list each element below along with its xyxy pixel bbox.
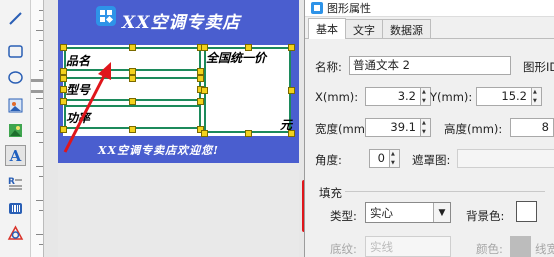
tab-basic[interactable]: 基本 xyxy=(308,18,346,39)
texture-label: 底纹: xyxy=(330,242,357,256)
ruler-number: 4 xyxy=(31,118,32,123)
unified-price-label[interactable]: 全国统一价 xyxy=(206,49,266,66)
fill-type-select[interactable]: 实心 ▼ xyxy=(365,202,451,223)
resize-handle[interactable] xyxy=(129,75,136,82)
width-spinner[interactable]: ▲ ▼ xyxy=(421,118,431,137)
resize-handle[interactable] xyxy=(197,98,204,105)
vertical-ruler: 2 3 4 5 6 7 xyxy=(31,0,44,257)
angle-label: 角度: xyxy=(315,153,342,167)
height-label: 高度(mm): xyxy=(444,122,503,136)
resize-handle[interactable] xyxy=(129,44,136,51)
dialog-title: 图形属性 xyxy=(327,2,371,15)
background-color-label: 背景色: xyxy=(466,209,505,223)
dialog-titlebar[interactable]: 图形属性 xyxy=(305,0,554,17)
ruler-position-marker xyxy=(31,79,43,82)
angle-input[interactable]: 0 xyxy=(369,149,390,168)
store-logo-icon xyxy=(96,6,116,26)
fill-type-value: 实心 xyxy=(370,206,393,220)
resize-handle[interactable] xyxy=(288,130,295,137)
chevron-down-icon: ▼ xyxy=(433,203,450,222)
angle-spinner[interactable]: ▲ ▼ xyxy=(390,149,400,168)
resize-handle[interactable] xyxy=(129,68,136,75)
mask-label: 遮罩图: xyxy=(412,153,451,167)
color-label: 颜色: xyxy=(476,242,503,256)
tool-panel: A R xyxy=(0,0,31,257)
name-input[interactable]: 普通文本 2 xyxy=(349,56,511,75)
height-input[interactable]: 8 xyxy=(510,118,554,137)
ruler-number: 2 xyxy=(31,50,32,55)
background-color-swatch[interactable] xyxy=(516,201,537,222)
fill-group-border xyxy=(345,191,545,192)
dialog-tabs: 基本 文字 数据源 xyxy=(305,17,554,39)
resize-handle[interactable] xyxy=(60,44,67,51)
rectangle-icon xyxy=(8,45,23,58)
paragraph-tool[interactable]: R xyxy=(5,173,26,194)
resize-handle[interactable] xyxy=(245,130,252,137)
ruler-number: 5 xyxy=(31,152,32,157)
rectangle-tool[interactable] xyxy=(5,41,26,62)
tab-data-source[interactable]: 数据源 xyxy=(382,19,431,38)
line-tool[interactable] xyxy=(5,8,26,29)
resize-handle[interactable] xyxy=(197,75,204,82)
polygon-icon xyxy=(7,225,24,240)
annotation-arrow-icon xyxy=(63,62,111,153)
line-icon xyxy=(9,12,22,25)
line-width-label: 线宽 xyxy=(535,242,554,256)
ellipse-tool[interactable] xyxy=(5,67,26,88)
image-icon xyxy=(9,124,22,137)
resize-handle[interactable] xyxy=(129,98,136,105)
resize-handle[interactable] xyxy=(288,44,295,51)
barcode-tool[interactable] xyxy=(5,198,26,219)
picture-icon xyxy=(8,98,23,113)
texture-select[interactable]: 实线 xyxy=(365,236,451,257)
resize-handle[interactable] xyxy=(201,44,208,51)
welcome-footer-text[interactable]: XX空调专卖店欢迎您! xyxy=(98,142,219,158)
y-spinner[interactable]: ▲ ▼ xyxy=(532,87,542,106)
polygon-tool[interactable] xyxy=(5,223,26,244)
name-label: 名称: xyxy=(315,60,342,74)
resize-handle[interactable] xyxy=(201,130,208,137)
ruler-number: 6 xyxy=(31,186,32,191)
label-title[interactable]: XX空调专卖店 xyxy=(122,8,240,33)
text-tool[interactable]: A xyxy=(5,145,26,166)
tab-text[interactable]: 文字 xyxy=(345,19,383,38)
ruler-number: 7 xyxy=(31,220,32,225)
design-canvas[interactable]: XX空调专卖店 品名 型号 功率 全国统一价 元 XX空调专卖店欢迎您! xyxy=(44,0,304,257)
resize-handle[interactable] xyxy=(288,87,295,94)
picture-tool[interactable] xyxy=(5,95,26,116)
fill-type-label: 类型: xyxy=(330,209,357,223)
shape-properties-dialog: 图形属性 基本 文字 数据源 名称: 普通文本 2 图形ID X(mm): 3.… xyxy=(304,0,554,257)
x-input[interactable]: 3.2 xyxy=(365,87,421,106)
resize-handle[interactable] xyxy=(129,126,136,133)
ruler-position-marker xyxy=(31,90,43,93)
paragraph-icon: R xyxy=(8,177,22,190)
fill-group-label: 填充 xyxy=(319,186,342,200)
dialog-app-icon xyxy=(311,2,323,14)
y-label: Y(mm): xyxy=(430,90,473,104)
ruler-number: 3 xyxy=(31,84,32,89)
barcode-icon xyxy=(9,203,22,214)
y-input[interactable]: 15.2 xyxy=(476,87,532,106)
texture-color-swatch[interactable] xyxy=(510,236,531,257)
resize-handle[interactable] xyxy=(201,87,208,94)
mask-image-input[interactable] xyxy=(457,149,554,168)
resize-handle[interactable] xyxy=(197,68,204,75)
canvas-background xyxy=(58,163,299,257)
image-tool[interactable] xyxy=(5,120,26,141)
width-input[interactable]: 39.1 xyxy=(365,118,421,137)
shape-id-label: 图形ID xyxy=(523,60,554,74)
resize-handle[interactable] xyxy=(245,44,252,51)
texture-value: 实线 xyxy=(370,240,393,254)
ellipse-icon xyxy=(8,71,23,84)
x-label: X(mm): xyxy=(315,90,359,104)
text-icon: A xyxy=(9,146,22,165)
